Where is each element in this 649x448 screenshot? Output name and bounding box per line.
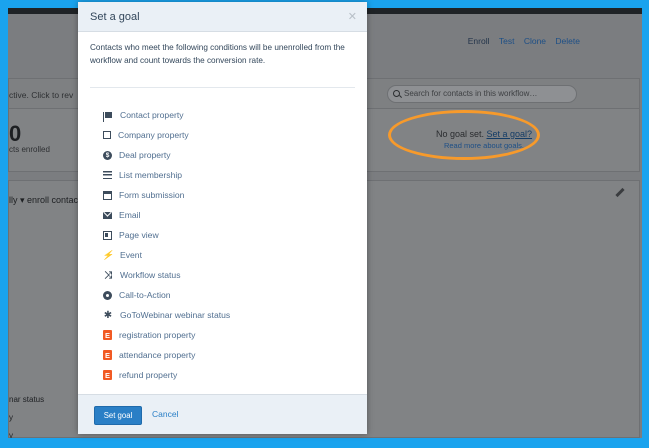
envelope-icon [103, 211, 112, 219]
clone-link[interactable]: Clone [524, 36, 546, 46]
search-icon [393, 90, 400, 97]
eventbrite-icon: E [103, 370, 112, 380]
goal-highlight-circle [388, 110, 540, 160]
option-list-membership[interactable]: List membership [103, 165, 230, 185]
modal-title: Set a goal [90, 11, 140, 23]
search-placeholder: Search for contacts in this workflow… [404, 89, 538, 98]
option-call-to-action[interactable]: Call-to-Action [103, 285, 230, 305]
building-icon [103, 131, 111, 139]
bolt-icon: ⚡ [102, 249, 114, 260]
option-email[interactable]: Email [103, 205, 230, 225]
option-page-view[interactable]: Page view [103, 225, 230, 245]
option-registration-property[interactable]: E registration property [103, 325, 230, 345]
cancel-button[interactable]: Cancel [152, 409, 178, 419]
workflow-actions: Enroll Test Clone Delete [461, 36, 580, 46]
option-deal-property[interactable]: $ Deal property [103, 145, 230, 165]
option-label: Email [119, 210, 141, 220]
modal-description: Contacts who meet the following conditio… [90, 43, 345, 65]
option-label: registration property [119, 330, 196, 340]
delete-link[interactable]: Delete [555, 36, 580, 46]
page-icon [103, 230, 112, 240]
option-label: Contact property [120, 110, 184, 120]
option-label: GoToWebinar webinar status [120, 310, 231, 320]
gear-icon: ✱ [103, 309, 113, 321]
dollar-icon: $ [103, 150, 112, 160]
eventbrite-icon: E [103, 350, 112, 360]
option-workflow-status[interactable]: ⤨ Workflow status [103, 265, 230, 285]
divider [90, 87, 355, 88]
flag-icon [103, 112, 112, 122]
option-label: attendance property [119, 350, 196, 360]
option-label: Form submission [119, 190, 185, 200]
set-goal-modal: Set a goal ✕ Contacts who meet the follo… [78, 2, 367, 434]
option-gotowebinar-status[interactable]: ✱ GoToWebinar webinar status [103, 305, 230, 325]
option-label: List membership [119, 170, 183, 180]
option-label: Workflow status [120, 270, 181, 280]
option-event[interactable]: ⚡ Event [102, 245, 230, 265]
status-strip-text: ctive. Click to rev [9, 90, 74, 100]
modal-header: Set a goal ✕ [78, 2, 367, 32]
enrolled-count: 0 [9, 121, 22, 146]
option-label: Page view [119, 230, 159, 240]
test-link[interactable]: Test [499, 36, 515, 46]
option-company-property[interactable]: Company property [103, 125, 230, 145]
side-text: y [9, 431, 13, 438]
option-label: Deal property [119, 150, 171, 160]
cta-icon [103, 290, 112, 300]
contact-search-input[interactable]: Search for contacts in this workflow… [387, 85, 577, 103]
side-text: nar status [9, 395, 45, 404]
enrolled-label: cts enrolled [9, 145, 50, 154]
form-icon [103, 190, 112, 200]
option-label: Company property [118, 130, 189, 140]
option-label: Call-to-Action [119, 290, 171, 300]
workflow-icon: ⤨ [104, 269, 112, 281]
side-text: y [9, 413, 13, 422]
option-attendance-property[interactable]: E attendance property [103, 345, 230, 365]
list-icon [103, 171, 112, 179]
goal-condition-list: Contact property Company property $ Deal… [102, 105, 230, 385]
modal-footer: Set goal Cancel [78, 394, 367, 434]
enroll-link[interactable]: Enroll [468, 36, 490, 46]
option-refund-property[interactable]: E refund property [103, 365, 230, 385]
option-contact-property[interactable]: Contact property [103, 105, 230, 125]
option-label: Event [120, 250, 142, 260]
set-goal-button[interactable]: Set goal [94, 406, 142, 425]
eventbrite-icon: E [103, 330, 112, 340]
option-form-submission[interactable]: Form submission [103, 185, 230, 205]
pencil-icon[interactable] [615, 187, 625, 198]
close-icon[interactable]: ✕ [348, 10, 357, 23]
option-label: refund property [119, 370, 178, 380]
enrollment-trigger-text[interactable]: lly ▾ enroll contac [9, 195, 78, 206]
